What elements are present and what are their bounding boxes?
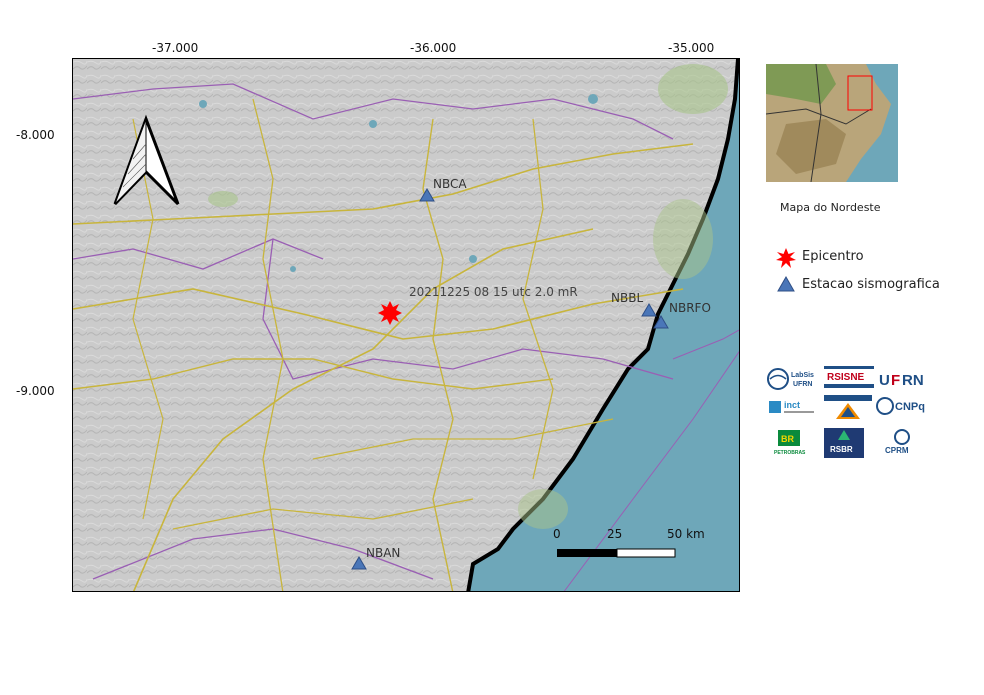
svg-text:U: U	[879, 372, 890, 389]
station-label-nbrfo: NBRFO	[669, 301, 711, 315]
lat-tick-label: -9.000	[16, 384, 55, 398]
svg-text:CNPq: CNPq	[895, 401, 925, 413]
logo-cnpq: CNPq	[876, 395, 928, 421]
map-canvas	[73, 59, 739, 591]
station-label-nbbl: NBBL	[611, 291, 644, 305]
svg-text:PETROBRAS: PETROBRAS	[774, 450, 806, 456]
svg-text:LabSis: LabSis	[791, 372, 814, 379]
epicenter-marker-icon	[378, 301, 402, 325]
legend-station-label: Estacao sismografica	[802, 277, 940, 292]
station-label-nban: NBAN	[366, 546, 401, 560]
scalebar-label: 25	[607, 527, 623, 541]
logo-rsbr: RSBR	[824, 428, 864, 458]
logo-petrobras: BR PETROBRAS	[772, 428, 808, 456]
legend-station-icon	[777, 275, 795, 292]
logo-rsisne: RSISNE	[824, 366, 874, 392]
logo-cprm: CPRM	[880, 428, 924, 456]
svg-text:CPRM: CPRM	[885, 446, 909, 455]
inset-map-canvas	[766, 64, 891, 182]
main-map[interactable]: NBCA NBBL NBRFO NBAN 20211225 08 15 utc …	[72, 58, 740, 592]
svg-text:RN: RN	[902, 372, 924, 389]
event-label: 20211225 08 15 utc 2.0 mR	[409, 285, 578, 299]
lon-tick-label: -36.000	[410, 41, 457, 55]
inset-caption: Mapa do Nordeste	[780, 201, 881, 214]
legend-epicenter-label: Epicentro	[802, 249, 864, 264]
lon-tick-label: -35.000	[668, 41, 715, 55]
svg-text:UFRN: UFRN	[793, 381, 812, 388]
scalebar-label: 50 km	[667, 527, 705, 541]
scalebar-label: 0	[553, 527, 561, 541]
logo-defesa-civil	[824, 395, 872, 421]
logo-labsis: LabSis UFRN	[766, 366, 820, 392]
svg-text:F: F	[891, 372, 900, 389]
svg-text:RSBR: RSBR	[830, 445, 853, 454]
lon-tick-label: -37.000	[152, 41, 199, 55]
scale-bar	[557, 548, 676, 558]
svg-text:inct: inct	[784, 400, 800, 410]
logo-inct: inct	[768, 397, 818, 419]
logo-ufrn: U F RN	[878, 368, 930, 390]
inset-map	[766, 64, 898, 182]
svg-text:BR: BR	[781, 434, 794, 444]
lat-tick-label: -8.000	[16, 128, 55, 142]
svg-text:RSISNE: RSISNE	[827, 372, 865, 383]
legend-epicenter-icon	[776, 248, 796, 268]
station-label-nbca: NBCA	[433, 177, 467, 191]
